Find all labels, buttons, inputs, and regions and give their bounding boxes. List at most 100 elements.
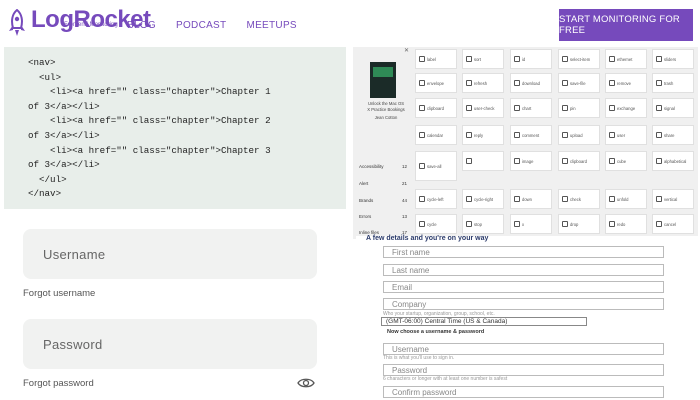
- icon-tile[interactable]: [462, 151, 504, 171]
- password-hint: 6 characters or longer with at least one…: [383, 376, 508, 382]
- icon-tile[interactable]: save-file: [558, 73, 600, 93]
- icon-tile[interactable]: comment: [510, 125, 552, 145]
- icon-tile[interactable]: exchange: [605, 98, 647, 118]
- logo-subtitle: Frontend Monitoring: [64, 22, 118, 28]
- book-author: Jean Cotton: [374, 115, 398, 120]
- tile-icon: [514, 221, 520, 227]
- tile-label: exchange: [617, 105, 636, 111]
- tile-label: id: [522, 56, 526, 62]
- tile-icon: [562, 80, 568, 86]
- icon-tile[interactable]: cycle: [415, 214, 457, 234]
- icon-tile[interactable]: chart: [510, 98, 552, 118]
- code-line: </nav>: [28, 188, 62, 200]
- icon-tile[interactable]: drop: [558, 214, 600, 234]
- icon-tile[interactable]: reply: [462, 125, 504, 145]
- nav-podcast[interactable]: PODCAST: [176, 20, 226, 31]
- tile-icon: [419, 221, 425, 227]
- icon-tile[interactable]: stop: [462, 214, 504, 234]
- icon-tile[interactable]: sliders: [652, 49, 694, 69]
- sidebar-item[interactable]: Alert 21: [359, 181, 407, 186]
- tile-icon: [609, 105, 615, 111]
- icon-tile[interactable]: cube: [605, 151, 647, 171]
- icon-tile[interactable]: select-item: [558, 49, 600, 69]
- email-field[interactable]: Email: [383, 281, 664, 293]
- icon-tile[interactable]: ethernet: [605, 49, 647, 69]
- close-icon[interactable]: ✕: [404, 47, 409, 54]
- last-name-field[interactable]: Last name: [383, 264, 664, 276]
- tile-icon: [419, 132, 425, 138]
- tile-icon: [466, 221, 472, 227]
- tile-icon: [562, 221, 568, 227]
- password-field[interactable]: Password: [23, 319, 317, 369]
- icon-tile[interactable]: check: [558, 189, 600, 209]
- icon-tile[interactable]: redo: [605, 214, 647, 234]
- icon-tile[interactable]: calendar: [415, 125, 457, 145]
- icon-tile[interactable]: sort: [462, 49, 504, 69]
- tile-label: envelope: [427, 80, 444, 86]
- form-title: A few details and you're on your way: [366, 235, 489, 242]
- timezone-select[interactable]: (GMT-06:00) Central Time (US & Canada): [381, 317, 587, 326]
- start-monitoring-button[interactable]: START MONITORING FOR FREE: [559, 9, 693, 41]
- sidebar-item[interactable]: Brands 44: [359, 198, 407, 203]
- username-field[interactable]: Username: [23, 229, 317, 279]
- icon-tile[interactable]: id: [510, 49, 552, 69]
- tile-label: ethernet: [617, 56, 633, 62]
- icon-tile[interactable]: user: [605, 125, 647, 145]
- forgot-username-link[interactable]: Forgot username: [23, 288, 95, 299]
- icon-tile[interactable]: label: [415, 49, 457, 69]
- tile-label: down: [522, 196, 533, 202]
- icon-tile[interactable]: unfold: [605, 189, 647, 209]
- tile-label: check: [570, 196, 581, 202]
- tile-icon: [419, 56, 425, 62]
- icon-tile[interactable]: clipboard: [415, 98, 457, 118]
- icon-tile[interactable]: download: [510, 73, 552, 93]
- icon-tile[interactable]: down: [510, 189, 552, 209]
- icon-tile[interactable]: vertical: [652, 189, 694, 209]
- icon-tile[interactable]: envelope: [415, 73, 457, 93]
- tile-icon: [514, 80, 520, 86]
- icon-tile[interactable]: trash: [652, 73, 694, 93]
- icon-tile[interactable]: save-all: [415, 151, 457, 181]
- nav-blog[interactable]: BLOG: [127, 20, 156, 31]
- icon-tile[interactable]: alphabetical: [652, 151, 694, 171]
- icon-tile[interactable]: cycle-left: [415, 189, 457, 209]
- icon-tile[interactable]: image: [510, 151, 552, 171]
- nav-meetups[interactable]: MEETUPS: [246, 20, 296, 31]
- tile-label: alphabetical: [664, 158, 687, 164]
- icon-tile[interactable]: signal: [652, 98, 694, 118]
- icon-tile[interactable]: cancel: [652, 214, 694, 234]
- tile-icon: [514, 56, 520, 62]
- icon-tile[interactable]: refresh: [462, 73, 504, 93]
- icon-tile[interactable]: share: [652, 125, 694, 145]
- icon-tile[interactable]: remove: [605, 73, 647, 93]
- tile-icon: [609, 196, 615, 202]
- tile-label: save-file: [570, 80, 586, 86]
- mock-username-field[interactable]: Username: [383, 343, 664, 355]
- icon-tile[interactable]: pin: [558, 98, 600, 118]
- tile-icon: [466, 105, 472, 111]
- forgot-password-link[interactable]: Forgot password: [23, 378, 94, 389]
- tile-icon: [514, 158, 520, 164]
- tile-icon: [562, 132, 568, 138]
- tile-label: image: [522, 158, 534, 164]
- tile-label: user: [617, 132, 626, 138]
- tile-label: cycle: [427, 221, 437, 227]
- code-line: <li><a href="" class="chapter">Chapter 1: [28, 86, 271, 98]
- icon-tile[interactable]: clipboard: [558, 151, 600, 171]
- sidebar-item[interactable]: Accessibility 12: [359, 164, 407, 169]
- eye-icon[interactable]: [297, 377, 315, 389]
- icon-tile[interactable]: x: [510, 214, 552, 234]
- tile-label: sliders: [664, 56, 677, 62]
- sidebar-item[interactable]: Errors 13: [359, 214, 407, 219]
- confirm-password-field[interactable]: Confirm password: [383, 386, 664, 398]
- icon-tile[interactable]: user-check: [462, 98, 504, 118]
- icon-tile[interactable]: upload: [558, 125, 600, 145]
- tile-label: cancel: [664, 221, 677, 227]
- tile-icon: [562, 196, 568, 202]
- tile-icon: [609, 221, 615, 227]
- tile-label: label: [427, 56, 436, 62]
- icon-tile[interactable]: cycle-right: [462, 189, 504, 209]
- company-field[interactable]: Company: [383, 298, 664, 310]
- mock-password-field[interactable]: Password: [383, 364, 664, 376]
- first-name-field[interactable]: First name: [383, 246, 664, 258]
